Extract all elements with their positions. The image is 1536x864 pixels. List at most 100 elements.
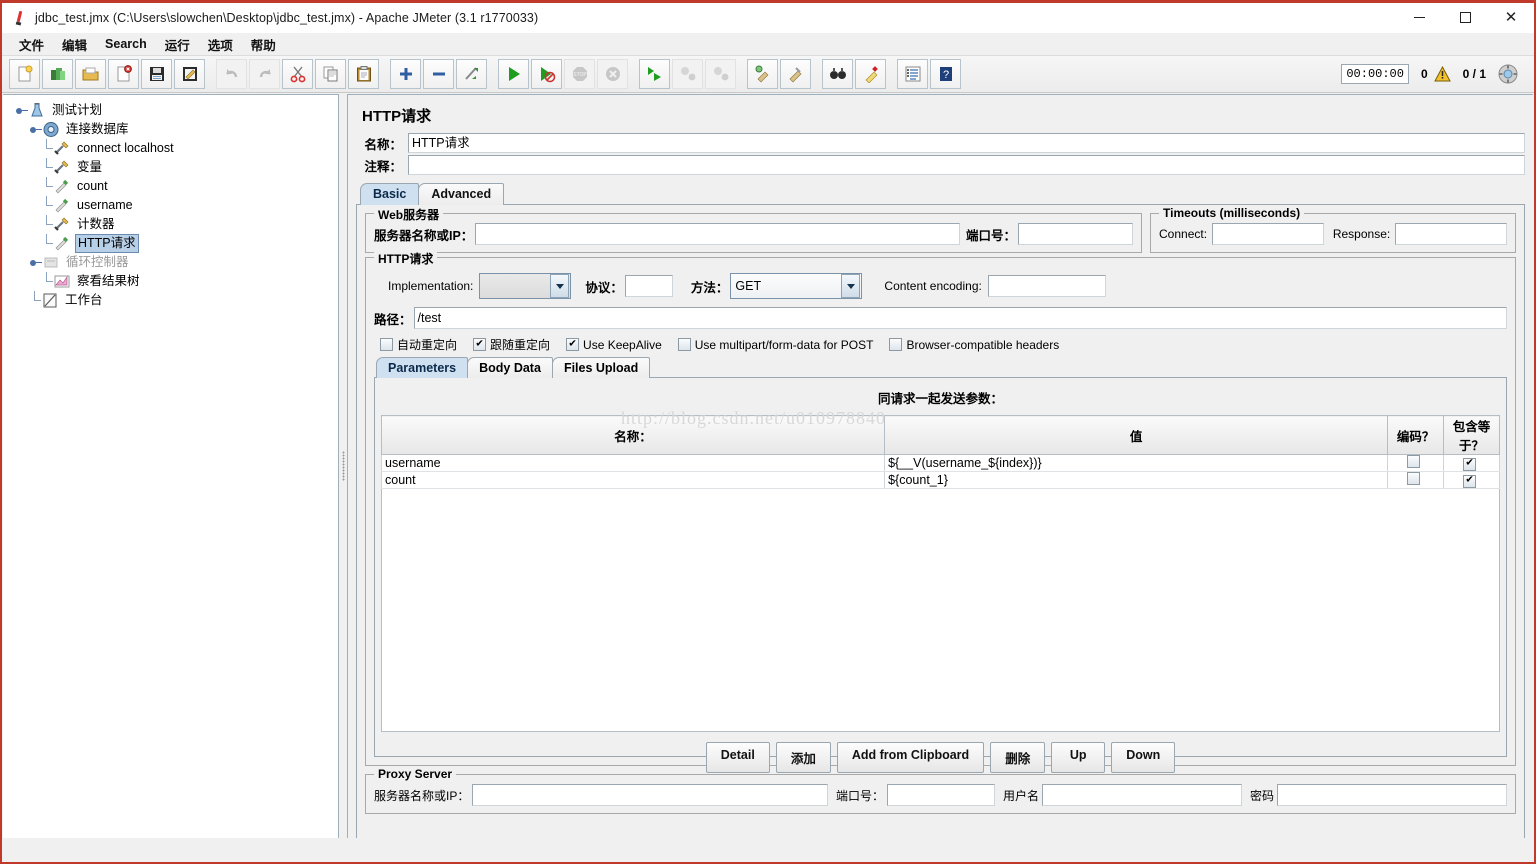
checkbox-use-keepalive[interactable]: Use KeepAlive xyxy=(566,338,662,352)
start-remote-all-button[interactable] xyxy=(639,59,670,89)
port-input[interactable] xyxy=(1018,223,1133,245)
maximize-button[interactable] xyxy=(1442,3,1488,33)
comment-input[interactable] xyxy=(408,155,1525,175)
tree-node-counter[interactable]: 计数器 xyxy=(11,215,338,234)
expand-all-button[interactable] xyxy=(390,59,421,89)
checkbox-box-checked-icon[interactable] xyxy=(566,338,580,351)
cell-include-equals[interactable] xyxy=(1443,471,1500,489)
table-row[interactable]: username ${__V(username_${index})} xyxy=(380,454,1500,472)
start-no-pauses-button[interactable] xyxy=(531,59,562,89)
cell-param-name[interactable]: count xyxy=(380,471,886,489)
table-row[interactable]: count ${count_1} xyxy=(380,471,1500,489)
proxy-password-input[interactable] xyxy=(1277,784,1507,806)
connect-timeout-input[interactable] xyxy=(1212,223,1324,245)
minimize-button[interactable] xyxy=(1396,3,1442,33)
warning-indicator[interactable]: 0 xyxy=(1421,66,1451,82)
tab-files-upload[interactable]: Files Upload xyxy=(551,357,651,378)
add-button[interactable]: 添加 xyxy=(775,742,831,773)
cut-button[interactable] xyxy=(282,59,313,89)
expand-handle-icon[interactable] xyxy=(29,123,42,136)
tree-node-connect-localhost[interactable]: connect localhost xyxy=(11,139,338,158)
protocol-input[interactable] xyxy=(624,275,673,297)
collapse-all-button[interactable] xyxy=(423,59,454,89)
parameters-table[interactable]: 名称： 值 编码？ 包含等于？ username ${__V(username_… xyxy=(380,415,1500,489)
paste-button[interactable] xyxy=(348,59,379,89)
cell-include-equals[interactable] xyxy=(1443,454,1500,472)
column-header-encode[interactable]: 编码？ xyxy=(1387,415,1445,455)
tree-node-http-request[interactable]: HTTP请求 xyxy=(11,234,338,253)
test-plan-tree-pane[interactable]: 测试计划 连接数据库 connect localhost 变量 count us… xyxy=(3,94,339,838)
tree-node-username[interactable]: username xyxy=(11,196,338,215)
tree-node-workbench[interactable]: 工作台 xyxy=(11,291,338,310)
chevron-down-icon[interactable] xyxy=(550,274,570,298)
add-from-clipboard-button[interactable]: Add from Clipboard xyxy=(836,742,985,773)
implementation-select[interactable] xyxy=(479,273,572,299)
checkbox-browser-compatible-headers[interactable]: Browser-compatible headers xyxy=(889,338,1059,352)
column-header-value[interactable]: 值 xyxy=(884,415,1389,455)
checkbox-box-checked-icon[interactable] xyxy=(1463,457,1477,471)
clear-all-button[interactable] xyxy=(780,59,811,89)
templates-button[interactable] xyxy=(42,59,73,89)
checkbox-box-icon[interactable] xyxy=(1407,455,1421,468)
method-select[interactable]: GET xyxy=(730,273,863,299)
tree-node-view-results-tree[interactable]: 察看结果树 xyxy=(11,272,338,291)
cell-param-value[interactable]: ${count_1} xyxy=(884,471,1389,489)
menu-file[interactable]: 文件 xyxy=(10,33,53,56)
expand-handle-icon[interactable] xyxy=(29,256,42,269)
column-header-include-equals[interactable]: 包含等于？ xyxy=(1443,415,1500,455)
response-timeout-input[interactable] xyxy=(1395,223,1507,245)
menu-help[interactable]: 帮助 xyxy=(242,33,285,56)
checkbox-auto-redirect[interactable]: 自动重定向 xyxy=(380,336,457,353)
shutdown-remote-all-button[interactable] xyxy=(705,59,736,89)
new-button[interactable] xyxy=(9,59,40,89)
save-button[interactable] xyxy=(141,59,172,89)
server-name-input[interactable] xyxy=(475,223,960,245)
copy-button[interactable] xyxy=(315,59,346,89)
toggle-button[interactable] xyxy=(456,59,487,89)
save-as-button[interactable] xyxy=(174,59,205,89)
menu-options[interactable]: 选项 xyxy=(199,33,242,56)
undo-button[interactable] xyxy=(216,59,247,89)
cell-encode[interactable] xyxy=(1387,454,1445,472)
tree-node-test-plan[interactable]: 测试计划 xyxy=(11,101,338,120)
table-empty-area[interactable] xyxy=(381,489,1500,732)
checkbox-box-icon[interactable] xyxy=(1407,472,1421,485)
help-button[interactable]: ? xyxy=(930,59,961,89)
proxy-port-input[interactable] xyxy=(886,784,995,806)
up-button[interactable]: Up xyxy=(1051,742,1106,773)
menu-search[interactable]: Search xyxy=(96,35,156,53)
name-input[interactable]: HTTP请求 xyxy=(408,133,1525,153)
shutdown-button[interactable] xyxy=(597,59,628,89)
tree-node-thread-group[interactable]: 连接数据库 xyxy=(11,120,338,139)
checkbox-box-icon[interactable] xyxy=(380,338,393,351)
clear-button[interactable] xyxy=(747,59,778,89)
start-button[interactable] xyxy=(498,59,529,89)
column-header-name[interactable]: 名称： xyxy=(380,415,886,455)
tab-advanced[interactable]: Advanced xyxy=(418,183,505,205)
delete-button[interactable]: 删除 xyxy=(990,742,1046,773)
detail-button[interactable]: Detail xyxy=(705,742,770,773)
tab-basic[interactable]: Basic xyxy=(360,183,420,205)
tree-node-loop-controller[interactable]: 循环控制器 xyxy=(11,253,338,272)
checkbox-follow-redirect[interactable]: 跟随重定向 xyxy=(473,336,550,353)
checkbox-box-checked-icon[interactable] xyxy=(1463,474,1477,488)
proxy-username-input[interactable] xyxy=(1041,784,1242,806)
search-reset-button[interactable] xyxy=(855,59,886,89)
expand-handle-icon[interactable] xyxy=(15,104,28,117)
checkbox-box-checked-icon[interactable] xyxy=(473,338,487,351)
cell-encode[interactable] xyxy=(1387,471,1445,489)
proxy-server-name-input[interactable] xyxy=(472,784,828,806)
cell-param-value[interactable]: ${__V(username_${index})} xyxy=(884,454,1389,472)
down-button[interactable]: Down xyxy=(1111,742,1176,773)
chevron-down-icon[interactable] xyxy=(841,274,861,298)
open-button[interactable] xyxy=(75,59,106,89)
redo-button[interactable] xyxy=(249,59,280,89)
stop-remote-all-button[interactable] xyxy=(672,59,703,89)
checkbox-box-icon[interactable] xyxy=(889,338,903,351)
close-window-button[interactable]: ✕ xyxy=(1488,3,1534,33)
connection-status-icon[interactable] xyxy=(1498,64,1518,84)
menu-edit[interactable]: 编辑 xyxy=(53,33,96,56)
pane-splitter[interactable] xyxy=(339,93,347,838)
path-input[interactable]: /test xyxy=(413,307,1507,329)
tree-node-count[interactable]: count xyxy=(11,177,338,196)
